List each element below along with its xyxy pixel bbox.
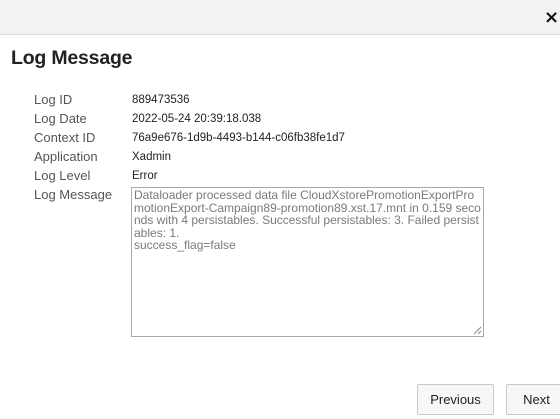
field-row-log-id: Log ID 889473536	[0, 92, 560, 110]
field-row-application: Application Xadmin	[0, 149, 560, 167]
dialog-titlebar: ×	[0, 0, 560, 35]
log-level-value: Error	[132, 170, 158, 182]
log-message-textarea[interactable]: Dataloader processed data file CloudXsto…	[131, 187, 484, 337]
dialog-title: Log Message	[11, 47, 133, 69]
log-message-label: Log Message	[34, 187, 113, 202]
field-row-log-level: Log Level Error	[0, 168, 560, 186]
context-id-value: 76a9e676-1d9b-4493-b144-c06fb38fe1d7	[132, 132, 345, 144]
next-button[interactable]: Next	[506, 384, 560, 415]
log-id-label: Log ID	[34, 92, 73, 107]
application-label: Application	[34, 149, 98, 164]
field-row-context-id: Context ID 76a9e676-1d9b-4493-b144-c06fb…	[0, 130, 560, 148]
log-date-label: Log Date	[34, 111, 87, 126]
log-message-dialog: × Log Message Log ID 889473536 Log Date …	[0, 0, 560, 419]
log-level-label: Log Level	[34, 168, 91, 183]
application-value: Xadmin	[132, 151, 171, 163]
log-date-value: 2022-05-24 20:39:18.038	[132, 113, 262, 125]
close-icon[interactable]: ×	[544, 9, 560, 27]
previous-button[interactable]: Previous	[417, 384, 494, 415]
field-row-log-date: Log Date 2022-05-24 20:39:18.038	[0, 111, 560, 129]
log-id-value: 889473536	[132, 94, 190, 106]
context-id-label: Context ID	[34, 130, 96, 145]
